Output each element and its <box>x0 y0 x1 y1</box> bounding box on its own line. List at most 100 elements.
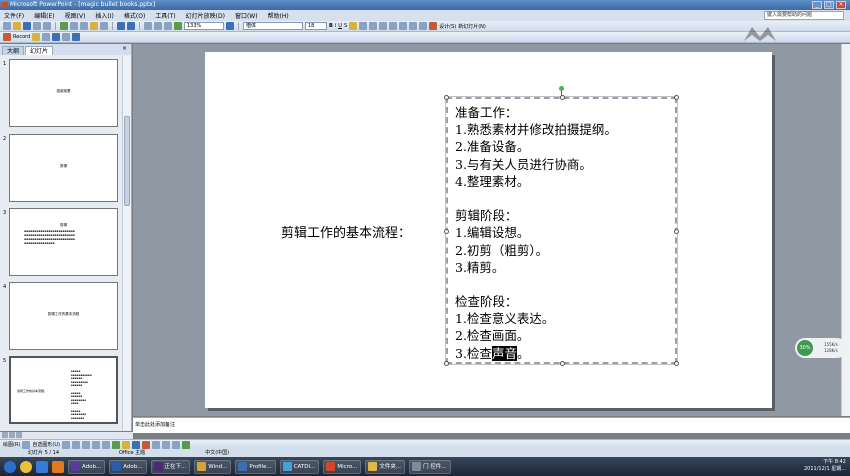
tool-a-icon[interactable] <box>32 33 41 41</box>
align-left-icon[interactable] <box>349 22 358 30</box>
record-icon[interactable] <box>3 33 11 41</box>
decrease-font-icon[interactable] <box>419 22 428 30</box>
resize-handle[interactable] <box>560 361 565 366</box>
menu-edit[interactable]: 编辑(E) <box>34 11 54 20</box>
text-color-icon[interactable] <box>141 440 150 449</box>
slide-thumbnail-1[interactable]: 1 感谢观看 <box>3 59 119 129</box>
font-size-select[interactable]: 18 <box>305 22 327 30</box>
selected-text[interactable]: 声音 <box>491 345 517 361</box>
tab-outline[interactable]: 大纲 <box>2 46 25 55</box>
menu-tools[interactable]: 工具(T) <box>155 11 175 20</box>
thumbnails-scrollbar[interactable] <box>122 56 131 431</box>
slide-thumbnail-2[interactable]: 2 剪辑 <box>3 134 119 204</box>
resize-handle[interactable] <box>674 95 679 100</box>
text-line[interactable]: 1.检查意义表达。 <box>455 310 668 327</box>
sorter-view-icon[interactable] <box>9 432 15 438</box>
line-style-icon[interactable] <box>151 440 160 449</box>
text-line[interactable]: 1.编辑设想。 <box>455 224 668 241</box>
spelling-icon[interactable] <box>60 22 68 30</box>
shadow-icon[interactable] <box>171 440 180 449</box>
taskbar-button[interactable]: 正在下... <box>150 459 191 474</box>
ie-icon[interactable] <box>36 460 48 473</box>
dash-style-icon[interactable] <box>161 440 170 449</box>
slide-thumbnail-4[interactable]: 4 剪辑工作的基本流程 <box>3 282 119 352</box>
wordart-icon[interactable] <box>111 440 120 449</box>
normal-view-icon[interactable] <box>2 432 8 438</box>
minimize-button[interactable]: _ <box>812 1 822 9</box>
new-slide-button[interactable]: 新幻灯片(N) <box>458 23 486 30</box>
resize-handle[interactable] <box>674 229 679 234</box>
justify-icon[interactable] <box>379 22 388 30</box>
grid-icon[interactable] <box>164 22 172 30</box>
taskbar-button[interactable]: Adob... <box>109 459 147 474</box>
copy-icon[interactable] <box>80 22 88 30</box>
line-icon[interactable] <box>61 440 70 449</box>
save-icon[interactable] <box>23 22 31 30</box>
font-color-icon[interactable] <box>429 22 438 30</box>
taskbar-button[interactable]: Profile... <box>235 459 276 474</box>
zoom-select[interactable]: 133% <box>184 22 224 30</box>
resize-handle[interactable] <box>444 229 449 234</box>
tool-e-icon[interactable] <box>72 33 81 41</box>
textbox-icon[interactable] <box>101 440 110 449</box>
redo-icon[interactable] <box>127 22 135 30</box>
format-painter-icon[interactable] <box>100 22 108 30</box>
resize-handle[interactable] <box>444 361 449 366</box>
slide-thumbnail-3[interactable]: 3 剪辑 ▪▪▪▪▪▪▪▪▪▪▪▪▪▪▪▪▪▪▪▪▪▪▪▪▪ ▪▪▪▪▪▪▪▪▪▪… <box>3 208 119 278</box>
taskbar-button[interactable]: Wind... <box>194 459 232 474</box>
current-slide[interactable]: 剪辑工作的基本流程： 准备工作： 1.熟悉素材并修改拍摄提纲。 2.准备设备。 … <box>205 52 772 408</box>
resize-handle[interactable] <box>444 95 449 100</box>
tool-c-icon[interactable] <box>52 33 61 41</box>
undo-icon[interactable] <box>117 22 125 30</box>
text-line-selected[interactable]: 3.检查声音。 <box>455 345 668 362</box>
slideshow-view-icon[interactable] <box>16 432 22 438</box>
network-speed-widget[interactable]: 30% 155K/s 128K/s <box>795 338 847 358</box>
resize-handle[interactable] <box>674 361 679 366</box>
text-line[interactable]: 4.整理素材。 <box>455 173 668 190</box>
preview-icon[interactable] <box>43 22 51 30</box>
table-icon[interactable] <box>154 22 162 30</box>
maximize-button[interactable]: □ <box>824 1 834 9</box>
menu-format[interactable]: 格式(O) <box>124 11 145 20</box>
slide-thumbnail-5[interactable]: 5 剪辑工作的基本流程： ▪▪▪▪▪ ▪▪▪▪▪▪▪▪▪▪▪ ▪▪▪▪▪▪ ▪▪▪▪▪… <box>3 356 119 426</box>
editor-scrollbar[interactable] <box>841 44 850 416</box>
select-arrow-icon[interactable] <box>22 440 31 449</box>
rectangle-icon[interactable] <box>81 440 90 449</box>
text-line[interactable]: 准备工作： <box>455 104 668 121</box>
tool-icon[interactable] <box>52 460 64 473</box>
taskbar-button[interactable]: Micro... <box>323 459 362 474</box>
bold-button[interactable]: B <box>329 23 333 29</box>
menu-file[interactable]: 文件(F) <box>4 11 24 20</box>
menu-insert[interactable]: 插入(I) <box>95 11 113 20</box>
text-line[interactable]: 2.初剪（粗剪）。 <box>455 242 668 259</box>
shadow-button[interactable]: S <box>344 23 347 29</box>
menu-help[interactable]: 帮助(H) <box>268 11 289 20</box>
text-line[interactable]: 2.准备设备。 <box>455 138 668 155</box>
taskbar-button[interactable]: CATDI... <box>279 459 320 474</box>
text-line[interactable]: 2.检查画面。 <box>455 327 668 344</box>
draw-menu[interactable]: 绘图(R) <box>3 441 20 448</box>
slide-title[interactable]: 剪辑工作的基本流程： <box>281 222 411 241</box>
bullets-icon[interactable] <box>399 22 408 30</box>
panel-close-icon[interactable]: × <box>122 45 127 52</box>
fill-color-icon[interactable] <box>121 440 130 449</box>
arrow-icon[interactable] <box>71 440 80 449</box>
menu-view[interactable]: 视图(V) <box>65 11 86 20</box>
text-line[interactable]: 3.与有关人员进行协商。 <box>455 156 668 173</box>
start-icon[interactable] <box>4 460 16 473</box>
increase-font-icon[interactable] <box>409 22 418 30</box>
cut-icon[interactable] <box>70 22 78 30</box>
print-icon[interactable] <box>33 22 41 30</box>
resize-handle[interactable] <box>560 95 565 100</box>
text-line[interactable]: 1.熟悉素材并修改拍摄提纲。 <box>455 121 668 138</box>
align-right-icon[interactable] <box>369 22 378 30</box>
open-icon[interactable] <box>13 22 21 30</box>
tool-d-icon[interactable] <box>62 33 71 41</box>
content-textbox[interactable]: 准备工作： 1.熟悉素材并修改拍摄提纲。 2.准备设备。 3.与有关人员进行协商… <box>444 95 679 366</box>
record-button[interactable]: Record <box>13 34 30 40</box>
tab-slides[interactable]: 幻灯片 <box>25 46 54 55</box>
chart-icon[interactable] <box>144 22 152 30</box>
taskbar-button[interactable]: Adob... <box>68 459 106 474</box>
underline-button[interactable]: U <box>338 23 342 29</box>
taskbar-button[interactable]: 文件夹... <box>365 459 406 474</box>
